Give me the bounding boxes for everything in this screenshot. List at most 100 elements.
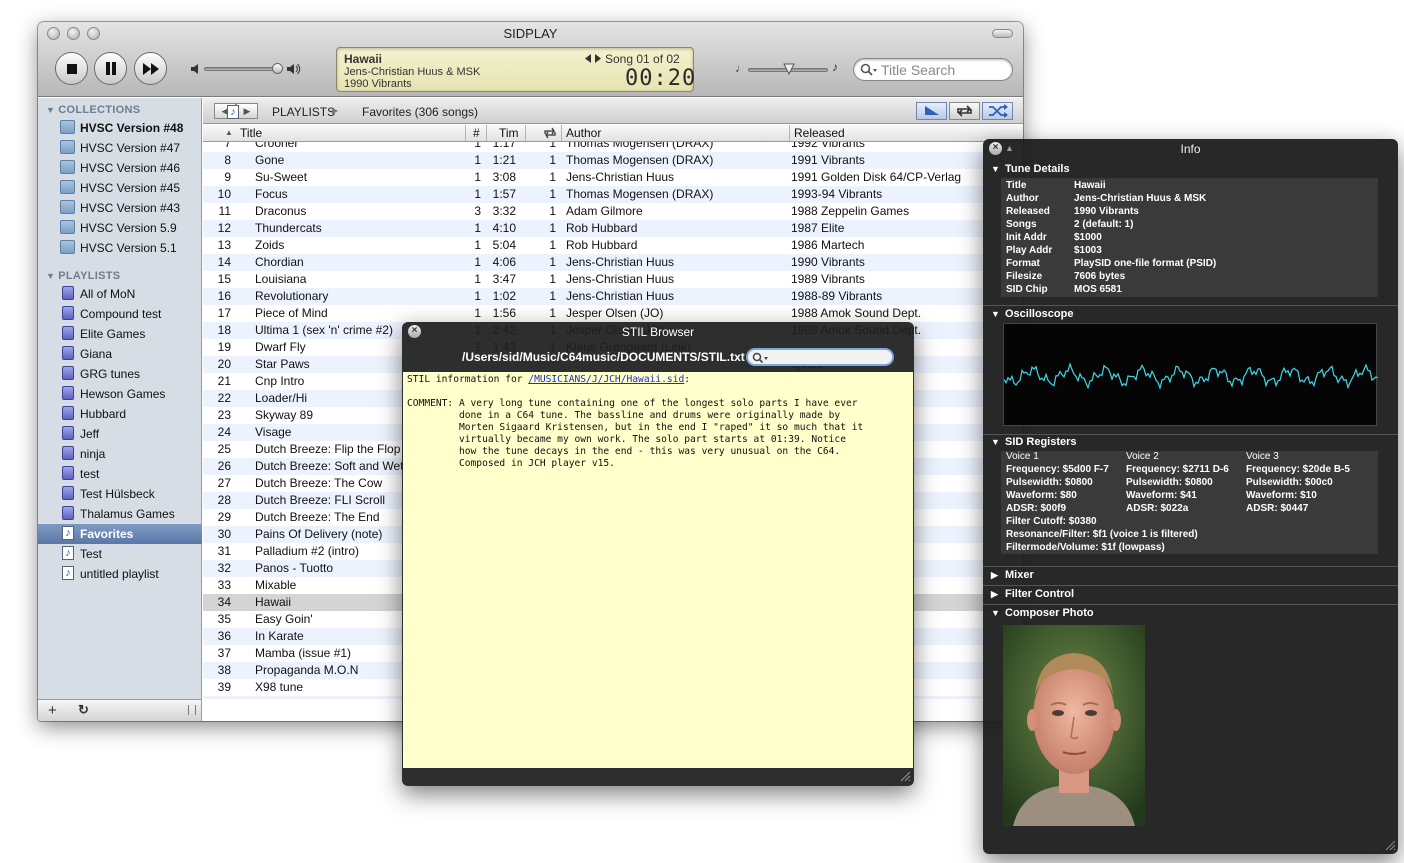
row-title: Skyway 89 <box>255 408 314 422</box>
sidebar-item-playlist[interactable]: test <box>38 464 202 484</box>
stil-sid-link[interactable]: /MUSICIANS/J/JCH/Hawaii.sid <box>528 374 684 385</box>
column-header-time[interactable]: Tim <box>499 126 519 140</box>
sort-ascending-icon: ▲ <box>225 128 233 137</box>
disclosure-open-icon: ▼ <box>991 437 1000 447</box>
table-row[interactable]: 10 Focus 1 1:57 1 Thomas Mogensen (DRAX) 1993-… <box>203 186 1023 203</box>
add-playlist-button[interactable]: + <box>48 702 57 719</box>
sidebar-item-label: Jeff <box>80 427 100 441</box>
table-row[interactable]: 7 Crooner 1 1:17 1 Thomas Mogensen (DRAX) 1992… <box>203 142 1023 152</box>
row-number: 15 <box>217 272 231 286</box>
tune-detail-value: 7606 bytes <box>1074 271 1126 282</box>
sidebar-item-collection[interactable]: HVSC Version #47 <box>38 138 202 158</box>
row-time: 3:32 <box>492 204 516 218</box>
sync-button[interactable]: ↻ <box>78 702 89 718</box>
loop-column-icon[interactable] <box>543 127 557 139</box>
sidebar-item-collection[interactable]: HVSC Version #43 <box>38 198 202 218</box>
column-header-subtunes[interactable]: # <box>473 126 480 140</box>
sidebar-item-playlist[interactable]: Compound test <box>38 304 202 324</box>
row-time: 5:04 <box>492 238 516 252</box>
sidebar-item-collection[interactable]: HVSC Version #48 <box>38 118 202 138</box>
sidebar-item-playlist[interactable]: Elite Games <box>38 324 202 344</box>
repeat-button[interactable] <box>949 102 980 120</box>
table-row[interactable]: 14 Chordian 1 4:06 1 Jens-Christian Huus 1990 … <box>203 254 1023 271</box>
lcd-author: Jens-Christian Huus & MSK <box>344 66 481 78</box>
sidebar-item-playlist[interactable]: Jeff <box>38 424 202 444</box>
sidebar-item-playlist[interactable]: Test Hülsbeck <box>38 484 202 504</box>
sidebar-item-collection[interactable]: HVSC Version 5.1 <box>38 238 202 258</box>
row-author: Rob Hubbard <box>566 221 638 235</box>
toolbar: SIDPLAY Hawaii Jens-Christian Huus & MSK… <box>38 22 1023 97</box>
stop-button[interactable] <box>55 52 88 85</box>
column-header-author[interactable]: Author <box>566 126 601 140</box>
smart-playlist-icon <box>62 486 74 500</box>
breadcrumb-root[interactable]: PLAYLISTS <box>272 105 335 119</box>
smart-playlist-icon <box>62 286 74 300</box>
row-title: Cnp Intro <box>255 374 305 388</box>
title-search-input[interactable]: Title Search <box>853 58 1013 81</box>
sidebar-item-collection[interactable]: HVSC Version #46 <box>38 158 202 178</box>
row-number: 39 <box>217 680 231 694</box>
resize-handle[interactable] <box>188 705 196 715</box>
mixer-header[interactable]: ▶ Mixer <box>991 569 1034 581</box>
table-row[interactable]: 9 Su-Sweet 1 3:08 1 Jens-Christian Huus 1991 G… <box>203 169 1023 186</box>
subtune-arrows-icon[interactable] <box>585 54 601 63</box>
column-header-released[interactable]: Released <box>794 126 845 140</box>
table-row[interactable]: 16 Revolutionary 1 1:02 1 Jens-Christian Huus… <box>203 288 1023 305</box>
volume-slider-knob[interactable] <box>272 63 283 74</box>
row-title: Dutch Breeze: Soft and Wet <box>255 459 404 473</box>
sidebar-item-playlist[interactable]: All of MoN <box>38 284 202 304</box>
smart-playlist-icon <box>62 506 74 520</box>
table-row[interactable]: 15 Louisiana 1 3:47 1 Jens-Christian Huus 1989… <box>203 271 1023 288</box>
fast-forward-button[interactable] <box>134 52 167 85</box>
table-row[interactable]: 13 Zoids 1 5:04 1 Rob Hubbard 1986 Martech <box>203 237 1023 254</box>
sidebar-item-label: untitled playlist <box>80 567 159 581</box>
sidebar-item-playlist[interactable]: Hewson Games <box>38 384 202 404</box>
table-row[interactable]: 12 Thundercats 1 4:10 1 Rob Hubbard 1987 Elite <box>203 220 1023 237</box>
sid-registers-header[interactable]: ▼ SID Registers <box>991 436 1077 448</box>
sidebar-item-playlist[interactable]: ♪ untitled playlist <box>38 564 202 584</box>
forward-button[interactable]: ▶ <box>236 103 258 119</box>
collections-header[interactable]: ▼ COLLECTIONS <box>46 104 140 116</box>
row-released: 1989 Vibrants <box>791 272 865 286</box>
sidebar-item-playlist[interactable]: GRG tunes <box>38 364 202 384</box>
row-number: 9 <box>224 170 231 184</box>
play-mode-button[interactable] <box>916 102 947 120</box>
row-number: 8 <box>224 153 231 167</box>
composer-photo-header[interactable]: ▼ Composer Photo <box>991 607 1094 619</box>
tempo-slider-knob[interactable] <box>783 63 795 75</box>
stil-comment: COMMENT: A very long tune containing one… <box>407 398 864 469</box>
oscilloscope-header[interactable]: ▼ Oscilloscope <box>991 308 1073 320</box>
tune-detail-value: Hawaii <box>1074 180 1106 191</box>
sidebar-item-collection[interactable]: HVSC Version 5.9 <box>38 218 202 238</box>
breadcrumb-current[interactable]: Favorites (306 songs) <box>362 105 478 119</box>
playlists-header[interactable]: ▼ PLAYLISTS <box>46 270 120 282</box>
resize-grip-icon[interactable] <box>899 770 911 782</box>
sidebar-item-label: GRG tunes <box>80 367 141 381</box>
sidebar-item-playlist[interactable]: ♪ Test <box>38 544 202 564</box>
table-row[interactable]: 8 Gone 1 1:21 1 Thomas Mogensen (DRAX) 1991 Vi… <box>203 152 1023 169</box>
row-title: Dutch Breeze: Flip the Flop <box>255 442 401 456</box>
sidebar-item-playlist[interactable]: ♪ Favorites <box>38 524 202 544</box>
row-released: 1987 Elite <box>791 221 845 235</box>
breadcrumb-separator-icon: ▶ <box>332 106 339 115</box>
sidebar-item-playlist[interactable]: Thalamus Games <box>38 504 202 524</box>
column-header-title[interactable]: Title <box>240 126 262 140</box>
sidebar-item-playlist[interactable]: ninja <box>38 444 202 464</box>
tune-details-header[interactable]: ▼ Tune Details <box>991 163 1070 175</box>
sidebar-item-playlist[interactable]: Hubbard <box>38 404 202 424</box>
smart-playlist-icon <box>62 306 74 320</box>
table-row[interactable]: 17 Piece of Mind 1 1:56 1 Jesper Olsen (JO) 19… <box>203 305 1023 322</box>
filter-control-header[interactable]: ▶ Filter Control <box>991 588 1074 600</box>
sidebar-item-collection[interactable]: HVSC Version #45 <box>38 178 202 198</box>
row-number: 28 <box>217 493 231 507</box>
sidebar-item-playlist[interactable]: Giana <box>38 344 202 364</box>
shuffle-button[interactable] <box>982 102 1013 120</box>
stil-search-input[interactable] <box>746 348 894 366</box>
resize-grip-icon[interactable] <box>1384 839 1396 851</box>
pause-button[interactable] <box>94 52 127 85</box>
table-row[interactable]: 11 Draconus 3 3:32 1 Adam Gilmore 1988 Zeppeli… <box>203 203 1023 220</box>
stil-info-line: STIL information for /MUSICIANS/J/JCH/Ha… <box>407 374 690 386</box>
tune-detail-value: 2 (default: 1) <box>1074 219 1134 230</box>
volume-slider[interactable] <box>204 67 282 71</box>
stil-text-area[interactable]: STIL information for /MUSICIANS/J/JCH/Ha… <box>403 372 913 768</box>
